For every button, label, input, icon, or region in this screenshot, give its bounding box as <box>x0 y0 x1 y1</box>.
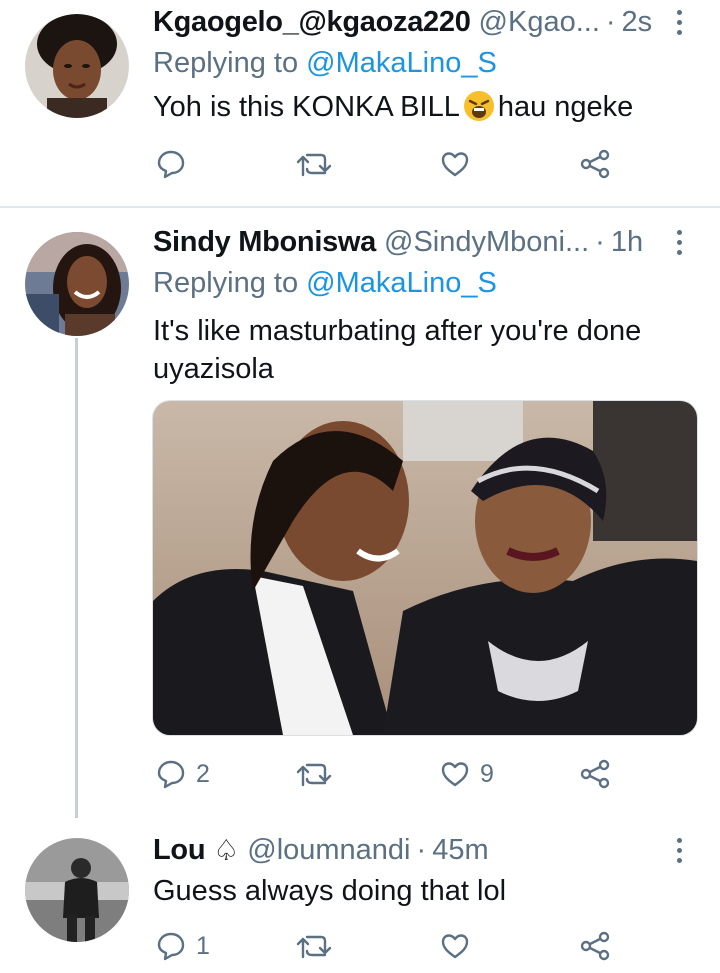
separator-dot: · <box>416 833 427 866</box>
timestamp[interactable]: 2s <box>622 6 653 39</box>
tweet-actions <box>153 144 623 184</box>
separator-dot: · <box>595 225 605 258</box>
tweet-actions: 1 <box>153 926 623 966</box>
more-icon[interactable] <box>674 838 684 863</box>
like-button[interactable] <box>440 926 480 966</box>
retweet-icon <box>296 935 332 959</box>
replying-to: Replying to @MakaLino_S <box>153 267 497 300</box>
tweet-photo[interactable] <box>152 400 698 736</box>
tweet-actions: 2 9 <box>153 754 623 794</box>
reply-button[interactable] <box>156 144 196 184</box>
share-icon <box>580 759 610 789</box>
like-button[interactable]: 9 <box>440 754 494 794</box>
replying-prefix: Replying to <box>153 47 299 79</box>
like-button[interactable] <box>440 144 480 184</box>
user-handle[interactable]: @Kgao... <box>479 6 600 39</box>
avatar[interactable] <box>25 14 129 118</box>
share-icon <box>580 931 610 961</box>
timestamp[interactable]: 1h <box>611 226 643 259</box>
like-icon <box>441 152 469 177</box>
share-icon <box>580 149 610 179</box>
retweet-button[interactable] <box>296 926 342 966</box>
reply-count: 2 <box>196 759 210 788</box>
reply-count: 1 <box>196 931 210 960</box>
retweet-icon <box>296 153 332 177</box>
tweet-text: It's like masturbating after you're done… <box>153 315 642 385</box>
reply-button[interactable]: 1 <box>156 926 210 966</box>
mention-link[interactable]: @MakaLino_S <box>306 267 497 299</box>
tweet-text: Yoh is this KONKA BILL hau ngeke <box>153 88 693 126</box>
avatar[interactable] <box>25 232 129 336</box>
like-icon <box>441 934 469 959</box>
tweet-header: Sindy Mboniswa @SindyMboni... · 1h <box>153 224 643 260</box>
reply-button[interactable]: 2 <box>156 754 210 794</box>
tweet-lou[interactable]: Lou ♤ @loumnandi · 45m Guess always doin… <box>0 820 720 973</box>
tweet-text-part: Yoh is this KONKA BILL <box>153 91 460 123</box>
timestamp[interactable]: 45m <box>432 834 488 867</box>
tweet-text: Guess always doing that lol <box>153 875 507 907</box>
tweet-header: Lou ♤ @loumnandi · 45m <box>153 832 489 868</box>
retweet-button[interactable] <box>296 754 342 794</box>
display-name[interactable]: Kgaogelo_@kgaoza220 <box>153 6 471 39</box>
reply-icon <box>157 760 185 789</box>
retweet-icon <box>296 763 332 787</box>
user-handle[interactable]: @SindyMboni... <box>384 226 589 259</box>
display-name[interactable]: Sindy Mboniswa <box>153 226 376 259</box>
weary-face-icon <box>463 91 494 121</box>
replying-prefix: Replying to <box>153 267 299 299</box>
share-button[interactable] <box>579 926 611 966</box>
avatar[interactable] <box>25 838 129 942</box>
share-button[interactable] <box>579 144 611 184</box>
separator-dot: · <box>605 5 616 38</box>
mention-link[interactable]: @MakaLino_S <box>306 47 497 79</box>
user-handle[interactable]: @loumnandi <box>247 834 410 867</box>
reply-icon <box>157 932 185 961</box>
more-icon[interactable] <box>674 230 684 255</box>
replying-to: Replying to @MakaLino_S <box>153 47 497 80</box>
display-name[interactable]: Lou <box>153 834 206 867</box>
share-button[interactable] <box>579 754 611 794</box>
like-count: 9 <box>480 759 494 788</box>
tweet-sindy[interactable]: Sindy Mboniswa @SindyMboni... · 1h Reply… <box>0 208 720 820</box>
tweet-kgaogelo[interactable]: Kgaogelo_@kgaoza220 @Kgao... · 2s Replyi… <box>0 0 720 206</box>
more-icon[interactable] <box>674 10 684 35</box>
tweet-text-part: hau ngeke <box>497 91 634 123</box>
retweet-button[interactable] <box>296 144 342 184</box>
like-icon <box>441 762 469 787</box>
tweet-header: Kgaogelo_@kgaoza220 @Kgao... · 2s <box>153 4 652 40</box>
reply-icon <box>157 150 185 179</box>
spade-badge-icon: ♤ <box>213 834 240 867</box>
